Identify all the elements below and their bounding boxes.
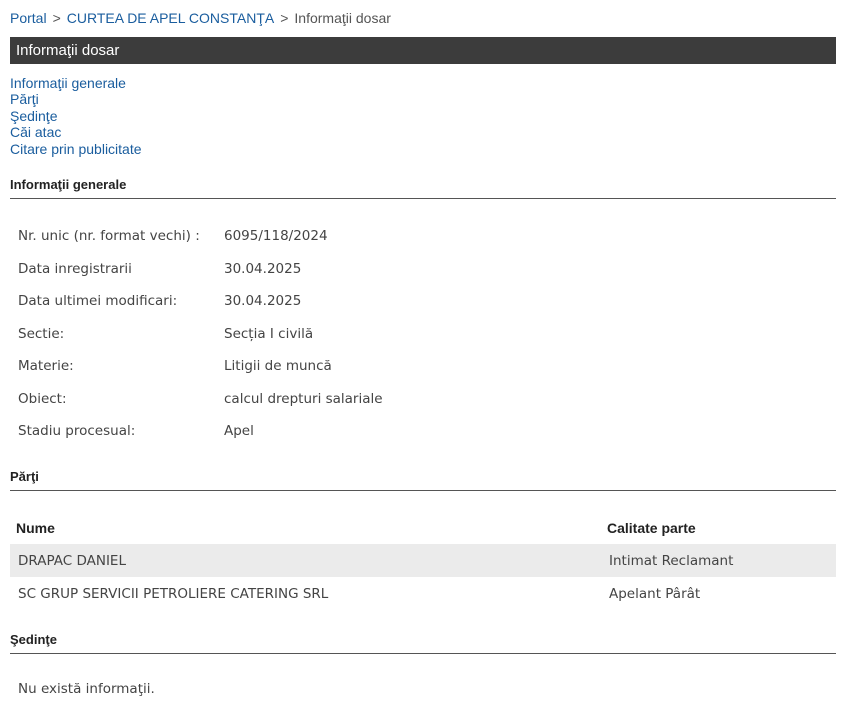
section-heading-parti: Părţi	[10, 469, 836, 491]
table-row: SC GRUP SERVICII PETROLIERE CATERING SRL…	[10, 577, 836, 610]
nav-link-informatii-generale[interactable]: Informaţii generale	[10, 75, 142, 91]
table-header-row: Nume Calitate parte	[10, 511, 836, 544]
info-row: Sectie: Secția I civilă	[10, 318, 836, 351]
info-label: Nr. unic (nr. format vechi) :	[18, 228, 200, 245]
info-row: Stadiu procesual: Apel	[10, 415, 836, 448]
info-value: 6095/118/2024	[224, 228, 328, 245]
column-header-calitate-parte: Calitate parte	[607, 519, 696, 536]
breadcrumb-separator: >	[52, 10, 61, 26]
nav-link-sedinte[interactable]: Şedinţe	[10, 108, 142, 124]
info-row: Nr. unic (nr. format vechi) : 6095/118/20…	[10, 220, 836, 253]
info-value: Secția I civilă	[224, 325, 314, 342]
section-heading-informatii-generale: Informaţii generale	[10, 177, 836, 199]
sedinte-empty-message: Nu există informaţii.	[18, 681, 155, 697]
info-value: Litigii de muncă	[224, 358, 332, 375]
info-row: Data inregistrarii 30.04.2025	[10, 253, 836, 286]
party-role: Intimat Reclamant	[601, 544, 836, 577]
info-label: Obiect:	[18, 390, 67, 407]
info-label: Data inregistrarii	[18, 260, 132, 277]
nav-link-cai-atac[interactable]: Căi atac	[10, 124, 142, 140]
party-role: Apelant Pârât	[609, 585, 701, 602]
info-row: Data ultimei modificari: 30.04.2025	[10, 285, 836, 318]
page-title: Informaţii dosar	[10, 37, 836, 64]
parti-table: Nume Calitate parte DRAPAC DANIEL Intima…	[10, 511, 836, 610]
info-value: 30.04.2025	[224, 260, 302, 277]
breadcrumb: Portal > CURTEA DE APEL CONSTANŢA > Informaţ…	[10, 10, 391, 26]
info-label: Sectie:	[18, 325, 65, 342]
column-header-nume: Nume	[16, 519, 55, 536]
info-value: Apel	[224, 423, 254, 440]
general-info-table: Nr. unic (nr. format vechi) : 6095/118/20…	[10, 220, 836, 448]
breadcrumb-separator: >	[280, 10, 289, 26]
info-value: calcul drepturi salariale	[224, 390, 383, 407]
section-heading-sedinte: Şedinţe	[10, 632, 836, 654]
breadcrumb-portal-link[interactable]: Portal	[10, 10, 47, 26]
section-nav: Informaţii generale Părţi Şedinţe Căi at…	[10, 75, 142, 157]
info-row: Obiect: calcul drepturi salariale	[10, 383, 836, 416]
info-label: Materie:	[18, 358, 74, 375]
info-label: Stadiu procesual:	[18, 423, 136, 440]
nav-link-parti[interactable]: Părţi	[10, 91, 142, 107]
party-name: DRAPAC DANIEL	[10, 544, 601, 577]
table-row: DRAPAC DANIEL Intimat Reclamant	[10, 544, 836, 577]
breadcrumb-current: Informaţii dosar	[294, 10, 391, 26]
info-row: Materie: Litigii de muncă	[10, 350, 836, 383]
info-value: 30.04.2025	[224, 293, 302, 310]
nav-link-citare-prin-publicitate[interactable]: Citare prin publicitate	[10, 141, 142, 157]
breadcrumb-court-link[interactable]: CURTEA DE APEL CONSTANŢA	[67, 10, 274, 26]
party-name: SC GRUP SERVICII PETROLIERE CATERING SRL	[18, 585, 329, 602]
info-label: Data ultimei modificari:	[18, 293, 178, 310]
